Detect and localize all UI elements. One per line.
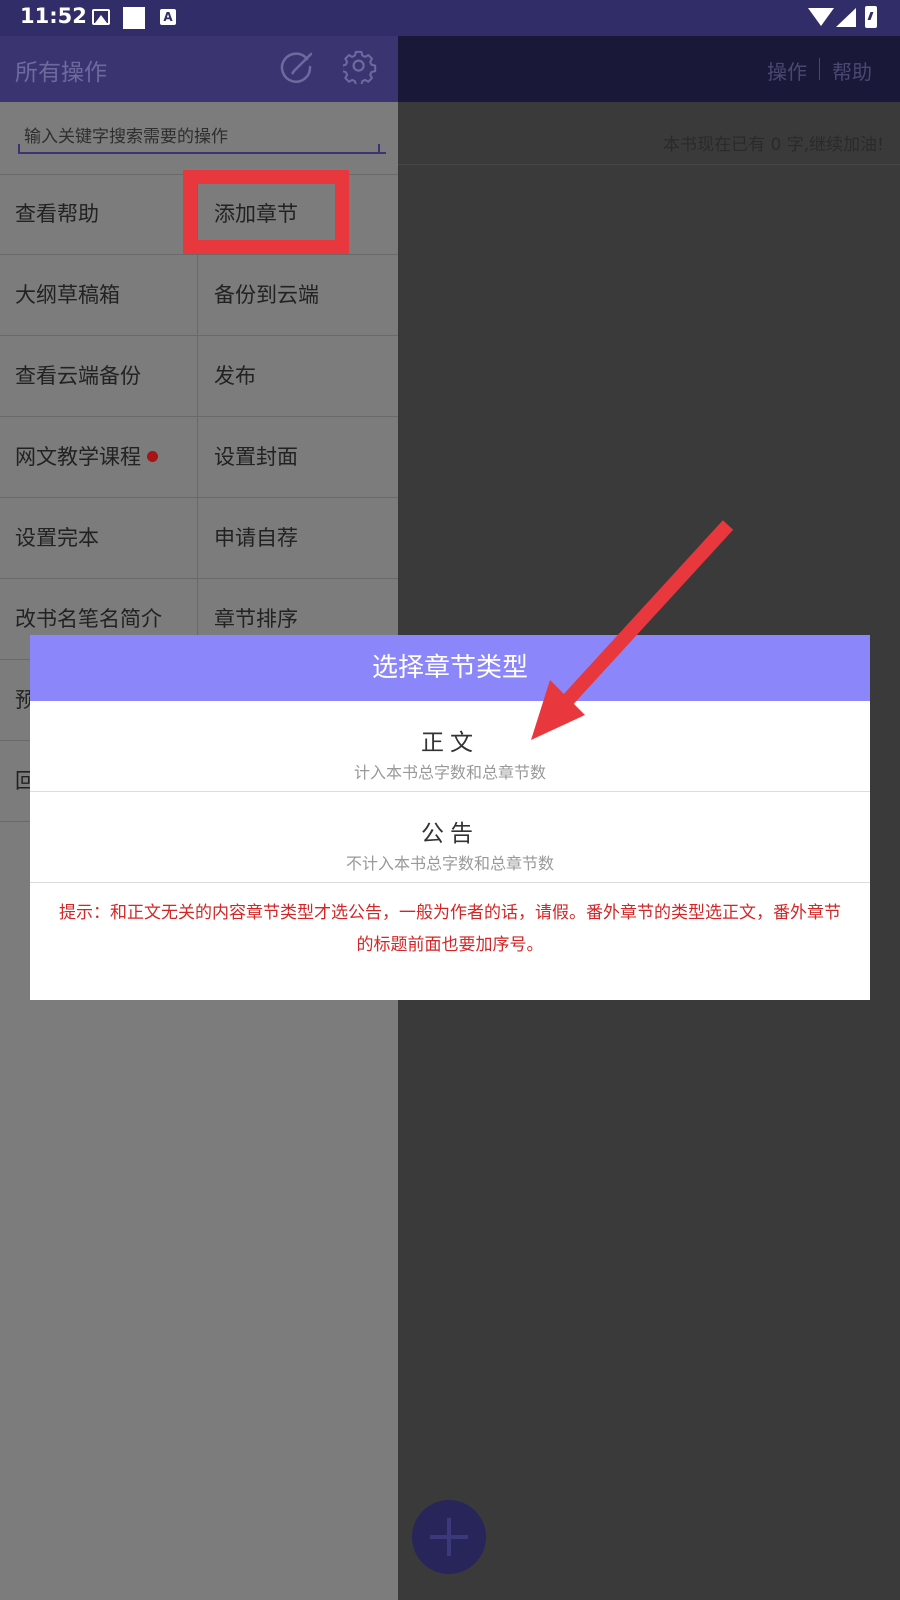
option-subtitle: 计入本书总字数和总章节数 xyxy=(353,763,546,782)
battery-icon xyxy=(865,6,877,28)
option-main-text[interactable]: 正文 计入本书总字数和总章节数 xyxy=(30,701,870,792)
gear-icon[interactable] xyxy=(343,50,377,84)
highlight-box xyxy=(183,170,349,254)
op-set-completed[interactable]: 设置完本 xyxy=(0,498,198,578)
op-apply-recommend[interactable]: 申请自荐 xyxy=(199,498,398,578)
search-bar xyxy=(0,102,398,175)
grid-row: 网文教学课程 设置封面 xyxy=(0,417,398,498)
op-backup-cloud[interactable]: 备份到云端 xyxy=(199,255,398,335)
grid-row: 大纲草稿箱 备份到云端 xyxy=(0,255,398,336)
word-count-text: 本书现在已有 0 字,继续加油! xyxy=(663,135,884,155)
search-input[interactable] xyxy=(18,122,386,154)
op-writing-course[interactable]: 网文教学课程 xyxy=(0,417,198,497)
option-title: 正文 xyxy=(421,730,479,756)
drawer-title: 所有操作 xyxy=(15,60,107,86)
drawer-toolbar: 所有操作 xyxy=(0,36,398,102)
option-subtitle: 不计入本书总字数和总章节数 xyxy=(345,854,554,873)
signal-icon xyxy=(836,8,856,27)
main-divider xyxy=(398,164,900,165)
dialog-title: 选择章节类型 xyxy=(30,635,870,701)
main-toolbar: 操作 帮助 xyxy=(398,36,900,102)
status-time: 11:52 xyxy=(20,4,87,28)
chapter-type-dialog: 选择章节类型 正文 计入本书总字数和总章节数 公告 不计入本书总字数和总章节数 … xyxy=(30,635,870,1000)
op-set-cover[interactable]: 设置封面 xyxy=(199,417,398,497)
wifi-icon xyxy=(808,8,834,26)
op-writing-course-label: 网文教学课程 xyxy=(15,445,141,469)
image-icon xyxy=(92,9,110,25)
op-outline-drafts[interactable]: 大纲草稿箱 xyxy=(0,255,198,335)
action-help-button[interactable]: 帮助 xyxy=(820,56,884,85)
square-icon xyxy=(123,7,145,29)
op-publish[interactable]: 发布 xyxy=(199,336,398,416)
a-badge-icon: A xyxy=(160,9,176,25)
option-announcement[interactable]: 公告 不计入本书总字数和总章节数 xyxy=(30,792,870,883)
option-title: 公告 xyxy=(421,821,479,847)
grid-row: 设置完本 申请自荐 xyxy=(0,498,398,579)
edit-check-icon[interactable] xyxy=(280,50,314,84)
op-view-help[interactable]: 查看帮助 xyxy=(0,174,198,254)
grid-row: 查看云端备份 发布 xyxy=(0,336,398,417)
notification-dot-icon xyxy=(147,451,158,462)
status-bar: 11:52 A xyxy=(0,0,900,36)
action-operate-button[interactable]: 操作 xyxy=(755,56,819,85)
dialog-tip: 提示：和正文无关的内容章节类型才选公告，一般为作者的话，请假。番外章节的类型选正… xyxy=(59,903,841,955)
add-fab-button[interactable] xyxy=(412,1500,486,1574)
op-view-cloud-backup[interactable]: 查看云端备份 xyxy=(0,336,198,416)
main-actions: 操作 帮助 xyxy=(755,56,884,85)
